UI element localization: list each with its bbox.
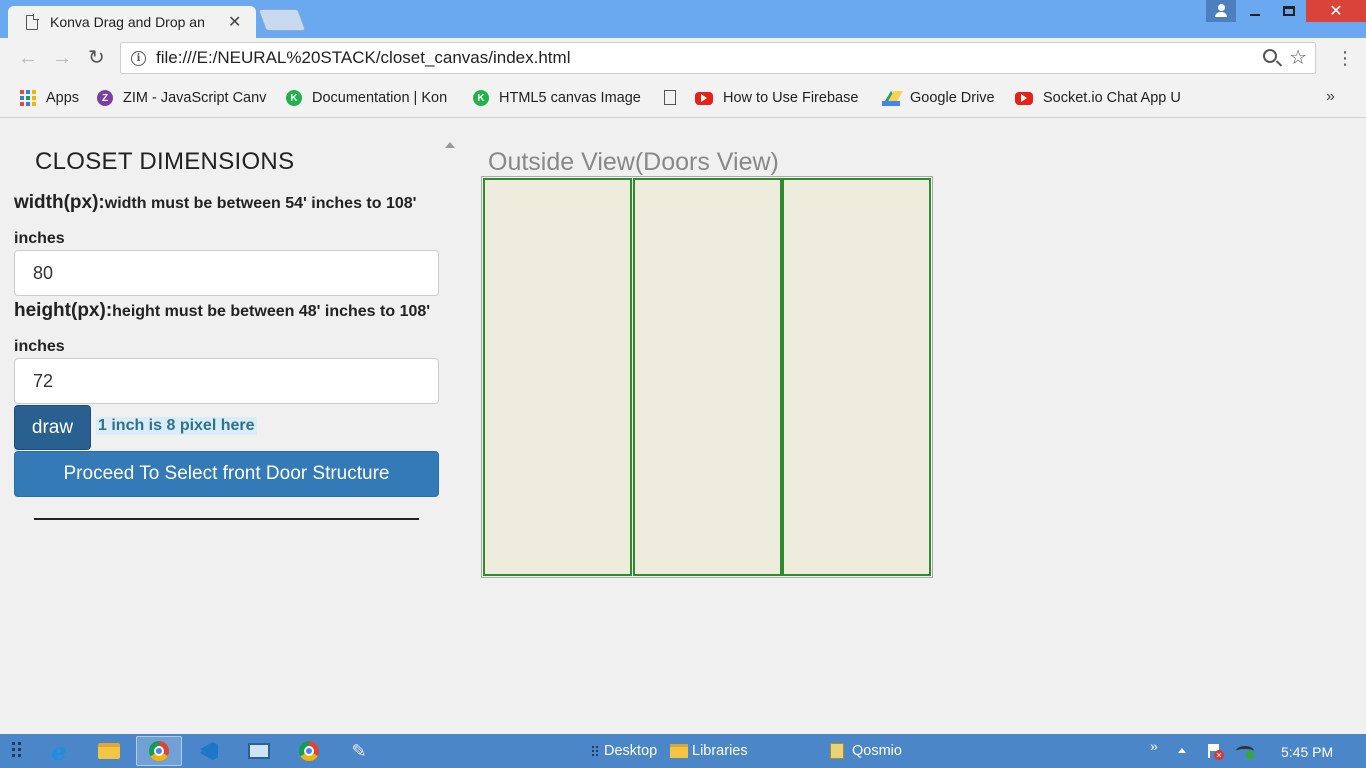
draw-button[interactable]: draw — [14, 405, 91, 450]
bookmark-label: How to Use Firebase — [723, 90, 859, 106]
tab-title: Konva Drag and Drop an — [50, 14, 205, 30]
new-tab-button[interactable] — [257, 9, 307, 31]
taskbar-internet-explorer[interactable]: e — [36, 736, 82, 766]
konva-icon: K — [473, 90, 489, 106]
height-input[interactable]: 72 — [14, 358, 439, 404]
page-title: CLOSET DIMENSIONS — [35, 148, 295, 175]
bookmark-socketio[interactable]: Socket.io Chat App U — [1015, 90, 1181, 106]
internet-explorer-icon: e — [51, 736, 67, 766]
window-close-button[interactable]: ✕ — [1306, 0, 1366, 22]
url-text[interactable]: file:///E:/NEURAL%20STACK/closet_canvas/… — [156, 48, 570, 68]
chrome-icon — [299, 741, 319, 761]
alert-x-icon: ✕ — [1214, 750, 1224, 760]
libraries-label: Libraries — [692, 743, 748, 759]
browser-menu-icon[interactable]: ⋮ — [1336, 48, 1354, 68]
windows-taskbar: e ✎ Desktop Libraries Qosmio » ✕ 5:45 PM — [0, 734, 1366, 768]
paint-icon: ✎ — [351, 740, 367, 761]
bookmark-label: Socket.io Chat App U — [1043, 90, 1181, 106]
taskbar-file-explorer[interactable] — [86, 736, 132, 766]
minimize-button[interactable] — [1240, 0, 1270, 22]
info-icon[interactable]: i — [131, 50, 146, 66]
apps-grid-icon — [20, 90, 36, 106]
bookmark-html5-canvas[interactable]: K HTML5 canvas Image — [473, 90, 641, 106]
height-label: height(px):height must be between 48' in… — [14, 294, 446, 364]
chrome-icon — [149, 741, 169, 761]
qosmio-icon — [830, 743, 844, 759]
network-status-icon — [1246, 751, 1254, 759]
bookmark-label: Apps — [46, 90, 80, 106]
browser-titlebar: Konva Drag and Drop an ✕ ✕ — [0, 0, 1366, 38]
konva-icon: K — [286, 90, 302, 106]
taskbar-libraries[interactable]: Libraries — [670, 743, 748, 759]
bookmarks-bar: Apps Z ZIM - JavaScript Canv K Documenta… — [0, 80, 1366, 118]
bookmark-google-drive[interactable]: Google Drive — [882, 90, 995, 106]
closet-canvas[interactable] — [481, 176, 933, 578]
bookmark-zim[interactable]: Z ZIM - JavaScript Canv — [97, 90, 266, 106]
bookmark-label: HTML5 canvas Image — [499, 90, 641, 106]
page-icon — [26, 14, 39, 30]
taskbar-desktop-toolbar[interactable]: Desktop — [592, 743, 657, 759]
closet-door-panel[interactable] — [632, 178, 782, 576]
maximize-button[interactable] — [1274, 0, 1304, 22]
clock[interactable]: 5:45 PM — [1281, 744, 1333, 760]
browser-toolbar: ← → ↻ i file:///E:/NEURAL%20STACK/closet… — [0, 38, 1366, 80]
scroll-up-arrow-icon[interactable] — [445, 142, 455, 148]
page-icon — [664, 90, 676, 105]
taskbar-qosmio[interactable]: Qosmio — [830, 743, 902, 759]
user-profile-icon[interactable] — [1206, 0, 1236, 22]
youtube-icon — [1015, 91, 1033, 105]
qosmio-label: Qosmio — [852, 743, 902, 759]
closet-door-panel[interactable] — [483, 178, 632, 576]
taskbar-paint[interactable]: ✎ — [336, 736, 382, 766]
folder-icon — [98, 743, 120, 759]
zoom-icon[interactable] — [1263, 49, 1277, 63]
zim-icon: Z — [97, 90, 113, 106]
width-input[interactable]: 80 — [14, 250, 439, 296]
remote-desktop-icon — [248, 743, 270, 759]
bookmarks-overflow-icon[interactable]: » — [1326, 88, 1335, 106]
vscode-icon — [200, 742, 218, 760]
proceed-button[interactable]: Proceed To Select front Door Structure — [14, 451, 439, 497]
taskbar-remote-desktop[interactable] — [236, 736, 282, 766]
start-grip-icon[interactable] — [12, 742, 21, 757]
forward-arrow-icon[interactable]: → — [52, 48, 72, 68]
height-label-text: height(px): — [14, 300, 113, 321]
taskbar-vscode[interactable] — [186, 736, 232, 766]
bookmark-firebase[interactable]: How to Use Firebase — [695, 90, 858, 106]
address-bar[interactable]: i file:///E:/NEURAL%20STACK/closet_canva… — [120, 42, 1316, 74]
bookmark-apps[interactable]: Apps — [20, 90, 79, 106]
bookmark-konva-docs[interactable]: K Documentation | Kon — [286, 90, 447, 106]
taskbar-chrome-active[interactable] — [136, 736, 182, 766]
libraries-icon — [670, 744, 688, 758]
bookmark-page[interactable] — [664, 90, 686, 105]
show-hidden-icons-icon[interactable] — [1178, 748, 1186, 753]
desktop-label: Desktop — [604, 743, 658, 759]
scale-note: 1 inch is 8 pixel here — [96, 417, 257, 435]
taskbar-chrome[interactable] — [286, 736, 332, 766]
closet-door-panel[interactable] — [782, 178, 932, 576]
tab-close-icon[interactable]: ✕ — [228, 12, 241, 32]
width-label-text: width(px): — [14, 192, 105, 213]
divider — [34, 518, 419, 520]
bookmark-label: ZIM - JavaScript Canv — [123, 90, 267, 106]
google-drive-icon — [882, 90, 900, 106]
bookmark-label: Documentation | Kon — [312, 90, 448, 106]
browser-tab[interactable]: Konva Drag and Drop an ✕ — [8, 6, 256, 38]
bookmark-star-icon[interactable]: ☆ — [1289, 45, 1307, 70]
back-arrow-icon[interactable]: ← — [18, 48, 38, 68]
grip-icon — [592, 746, 598, 756]
width-label: width(px):width must be between 54' inch… — [14, 186, 446, 256]
bookmark-label: Google Drive — [910, 90, 995, 106]
canvas-title: Outside View(Doors View) — [488, 148, 779, 176]
reload-icon[interactable]: ↻ — [88, 48, 105, 68]
youtube-icon — [695, 91, 713, 105]
taskbar-overflow-icon[interactable]: » — [1150, 738, 1158, 754]
